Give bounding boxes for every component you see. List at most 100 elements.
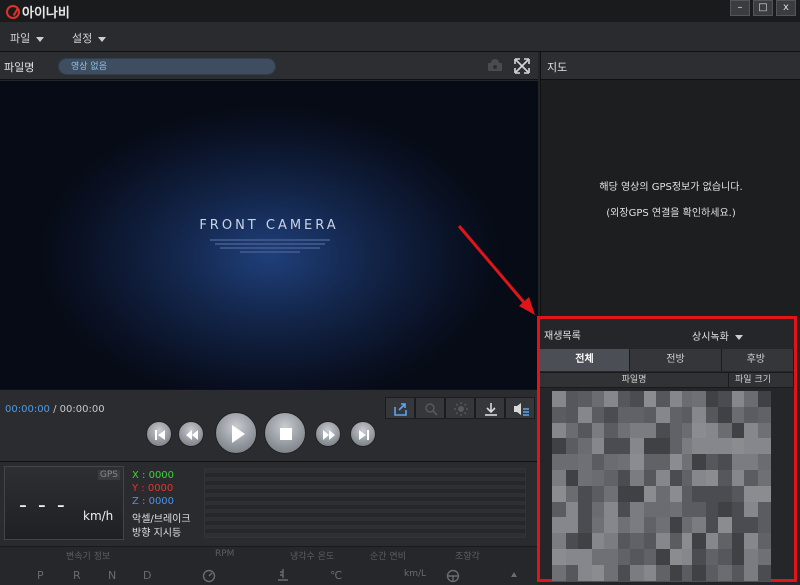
blurred-cell bbox=[552, 533, 566, 549]
blurred-cell bbox=[706, 501, 718, 518]
list-item[interactable] bbox=[552, 469, 794, 486]
blurred-cell bbox=[656, 501, 670, 518]
blurred-cell bbox=[670, 501, 682, 518]
file-name-field[interactable]: 영상 없음 bbox=[58, 58, 276, 75]
blurred-cell bbox=[744, 517, 758, 534]
blurred-cell bbox=[744, 548, 758, 565]
blurred-cell bbox=[670, 422, 682, 439]
list-item[interactable] bbox=[552, 548, 794, 565]
blurred-cell bbox=[692, 548, 706, 565]
list-item[interactable] bbox=[552, 422, 794, 439]
blurred-cell bbox=[682, 548, 692, 565]
blurred-cell bbox=[630, 454, 644, 470]
menu-settings[interactable]: 설정 bbox=[72, 30, 107, 46]
play-button[interactable] bbox=[215, 412, 257, 454]
playback-controls: 00:00:00 / 00:00:00 bbox=[0, 389, 538, 461]
tab-all[interactable]: 전체 bbox=[540, 349, 630, 371]
prev-file-button[interactable] bbox=[146, 421, 172, 447]
blurred-cell bbox=[604, 533, 618, 549]
blurred-cell bbox=[618, 501, 630, 518]
blurred-cell bbox=[744, 501, 758, 518]
playlist-items[interactable] bbox=[552, 391, 794, 581]
list-item[interactable] bbox=[552, 485, 794, 502]
list-item[interactable] bbox=[552, 533, 794, 549]
blurred-cell bbox=[682, 533, 692, 549]
blurred-cell bbox=[706, 422, 718, 439]
rpm-header: RPM bbox=[215, 549, 235, 559]
fullscreen-icon[interactable] bbox=[514, 58, 530, 74]
blurred-cell bbox=[566, 548, 578, 565]
blurred-cell bbox=[758, 517, 771, 534]
file-bar: 파일명 영상 없음 bbox=[0, 52, 538, 80]
blurred-cell bbox=[552, 564, 566, 581]
title-bar: 아이나비 – □ x bbox=[0, 0, 800, 22]
list-item[interactable] bbox=[552, 501, 794, 518]
list-item[interactable] bbox=[552, 564, 794, 581]
blurred-cell bbox=[578, 548, 592, 565]
blurred-cell bbox=[578, 517, 592, 534]
blurred-cell bbox=[692, 533, 706, 549]
list-item[interactable] bbox=[552, 454, 794, 470]
blurred-cell bbox=[592, 533, 604, 549]
stop-button[interactable] bbox=[264, 412, 306, 454]
blurred-cell bbox=[592, 438, 604, 455]
blurred-cell bbox=[718, 438, 732, 455]
blurred-cell bbox=[644, 517, 656, 534]
blurred-cell bbox=[758, 406, 771, 423]
blurred-cell bbox=[644, 391, 656, 407]
gear-header: 변속기 정보 bbox=[66, 552, 111, 562]
column-filesize[interactable]: 파일 크기 bbox=[729, 373, 794, 387]
blurred-cell bbox=[566, 422, 578, 439]
blurred-cell bbox=[682, 406, 692, 423]
list-item[interactable] bbox=[552, 438, 794, 455]
list-item[interactable] bbox=[552, 517, 794, 534]
vehicle-info-panel: GPS - - - km/h X : 0000 Y : 0000 Z : 000… bbox=[0, 461, 538, 585]
blurred-cell bbox=[706, 406, 718, 423]
blurred-cell bbox=[692, 517, 706, 534]
list-item[interactable] bbox=[552, 406, 794, 423]
steering-indicator-icon bbox=[511, 572, 517, 577]
speed-unit: km/h bbox=[83, 509, 114, 523]
blurred-cell bbox=[604, 438, 618, 455]
blurred-cell bbox=[604, 517, 618, 534]
minimize-button[interactable]: – bbox=[730, 0, 750, 16]
rewind-button[interactable] bbox=[178, 421, 204, 447]
list-item[interactable] bbox=[552, 391, 794, 407]
fuel-unit: km/L bbox=[404, 569, 427, 579]
blurred-cell bbox=[706, 485, 718, 502]
next-file-button[interactable] bbox=[350, 421, 376, 447]
blurred-cell bbox=[578, 501, 592, 518]
blurred-cell bbox=[578, 469, 592, 486]
blurred-cell bbox=[718, 454, 732, 470]
blurred-cell bbox=[604, 485, 618, 502]
blurred-cell bbox=[630, 422, 644, 439]
blurred-cell bbox=[718, 548, 732, 565]
column-filename[interactable]: 파일명 bbox=[540, 373, 729, 387]
record-type-select[interactable]: 상시녹화 bbox=[692, 328, 743, 343]
blurred-cell bbox=[552, 391, 566, 407]
map-no-gps-message: 해당 영상의 GPS정보가 없습니다. bbox=[599, 182, 743, 193]
blurred-cell bbox=[692, 438, 706, 455]
blurred-cell bbox=[682, 422, 692, 439]
menu-settings-label: 설정 bbox=[72, 32, 93, 45]
record-type-value: 상시녹화 bbox=[692, 332, 729, 343]
tab-rear[interactable]: 후방 bbox=[722, 349, 794, 371]
tab-front[interactable]: 전방 bbox=[630, 349, 722, 371]
blurred-cell bbox=[656, 548, 670, 565]
fast-forward-button[interactable] bbox=[315, 421, 341, 447]
blurred-cell bbox=[758, 533, 771, 549]
blurred-cell bbox=[578, 454, 592, 470]
blurred-cell bbox=[706, 533, 718, 549]
map-header: 지도 bbox=[540, 52, 800, 80]
blurred-cell bbox=[682, 391, 692, 407]
close-button[interactable]: x bbox=[776, 0, 796, 16]
blurred-cell bbox=[644, 564, 656, 581]
menu-file[interactable]: 파일 bbox=[10, 30, 45, 46]
maximize-button[interactable]: □ bbox=[753, 0, 773, 16]
camera-icon[interactable] bbox=[487, 58, 503, 72]
gear-n: N bbox=[108, 569, 117, 582]
map-panel[interactable]: 해당 영상의 GPS정보가 없습니다. (외장GPS 연결을 확인하세요.) bbox=[540, 80, 800, 318]
blurred-cell bbox=[630, 485, 644, 502]
blurred-cell bbox=[656, 406, 670, 423]
blurred-cell bbox=[656, 564, 670, 581]
